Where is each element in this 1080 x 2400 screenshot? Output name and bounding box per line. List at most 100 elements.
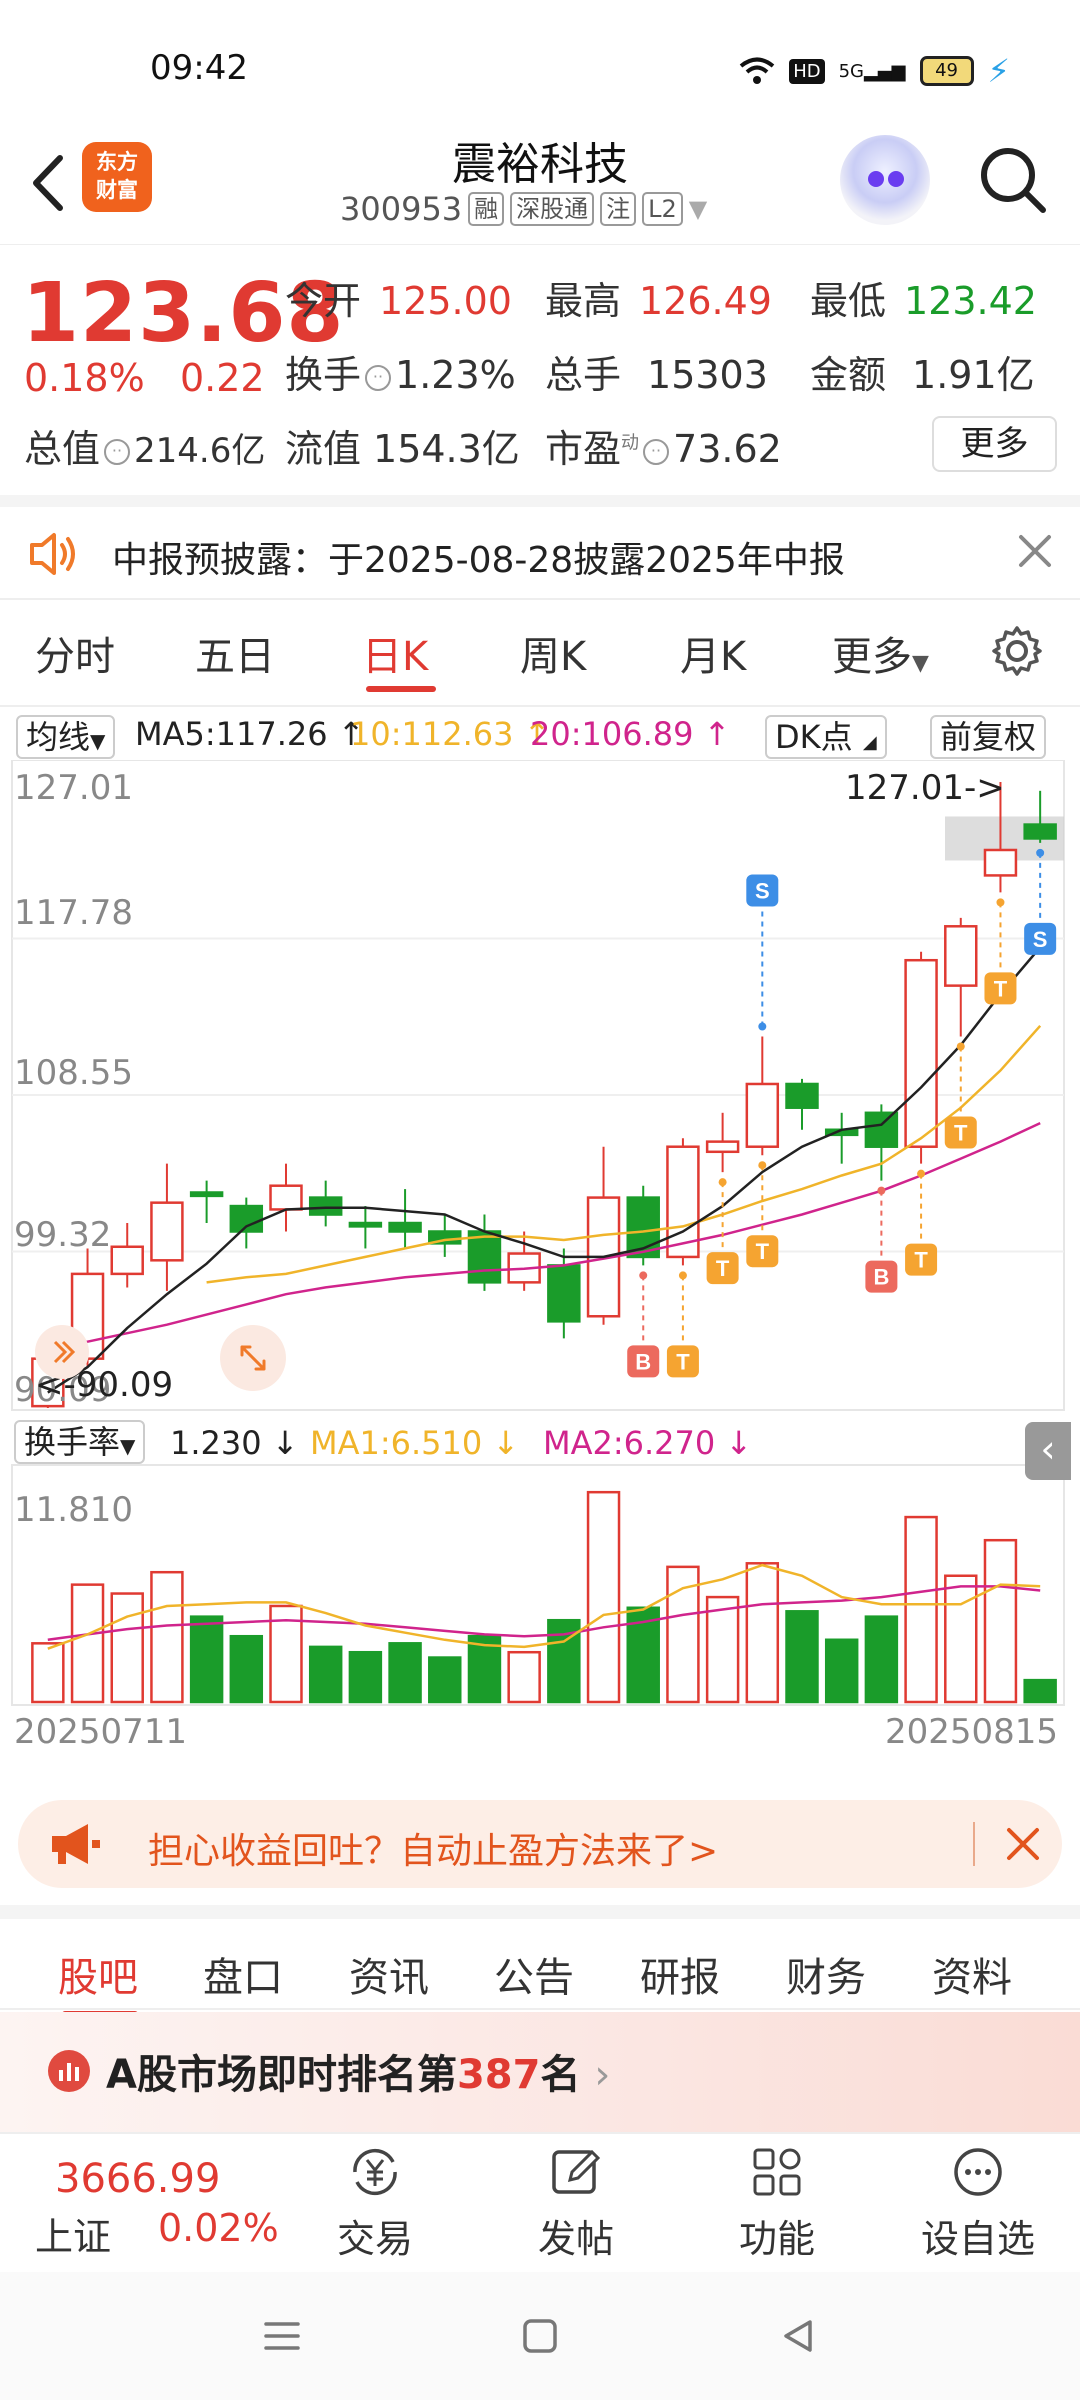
scroll-left-button[interactable] xyxy=(35,1325,89,1379)
rank-text: A股市场即时排名第387名 › xyxy=(106,2042,610,2100)
mktcap-value: 214.6亿 xyxy=(134,431,266,471)
amount-label: 金额 xyxy=(810,353,887,397)
promo-banner[interactable]: 担心收益回吐？自动止盈方法来了> xyxy=(18,1800,1062,1888)
tag-margin: 融 xyxy=(468,192,505,226)
tab-monthly-k[interactable]: 月K xyxy=(680,624,746,682)
turnover-indicator-select[interactable]: 换手率▼ xyxy=(14,1420,146,1464)
add-watchlist-button[interactable]: 设自选 xyxy=(918,2144,1038,2263)
index-value[interactable]: 3666.99 xyxy=(55,2156,220,2202)
expand-icon xyxy=(240,1345,266,1371)
post-button[interactable]: 发帖 xyxy=(516,2144,636,2263)
pe-value: 73.62 xyxy=(673,427,782,471)
hd-icon: HD xyxy=(789,58,825,84)
status-icons: HD 5G▂▄▆ 49 ⚡ xyxy=(739,52,1010,90)
signal-label: T xyxy=(914,1248,928,1273)
notice-bar[interactable]: 中报预披露：于2025-08-28披露2025年中报 xyxy=(0,495,1080,600)
market-rank-banner[interactable]: A股市场即时排名第387名 › xyxy=(0,2012,1080,2132)
trade-button[interactable]: 交易 xyxy=(315,2144,435,2263)
trade-icon xyxy=(353,2148,397,2196)
tab-five-day[interactable]: 五日 xyxy=(195,624,275,682)
signal-label: T xyxy=(756,1239,770,1264)
turnover-bar xyxy=(507,1650,541,1704)
home-icon[interactable] xyxy=(518,2314,562,2358)
stock-subtitle[interactable]: 300953 融 深股通 注 L2 ▼ xyxy=(340,190,707,228)
turnover-bar xyxy=(189,1615,224,1704)
tab-order-book[interactable]: 盘口 xyxy=(203,1945,283,2003)
menu-icon[interactable] xyxy=(260,2314,304,2358)
indicator-select-label: 均线 xyxy=(26,718,91,756)
back-nav-icon[interactable] xyxy=(776,2314,820,2358)
kline-chart[interactable]: BTTTSBTTTS 127.01 117.78 108.55 99.32 90… xyxy=(0,760,1080,1760)
tab-profile[interactable]: 资料 xyxy=(932,1945,1012,2003)
tab-announcements[interactable]: 公告 xyxy=(494,1945,574,2003)
float-label: 流值 xyxy=(285,427,362,471)
rank-chart-icon xyxy=(48,2050,90,2092)
turnover-bar xyxy=(785,1610,819,1704)
amount-value: 1.91亿 xyxy=(912,353,1035,397)
signal-dot xyxy=(758,1022,767,1031)
close-icon[interactable] xyxy=(1015,531,1055,571)
tab-intraday[interactable]: 分时 xyxy=(35,624,115,682)
collapse-panel-button[interactable]: ‹ xyxy=(1025,1422,1071,1480)
turnover-y-max: 11.810 xyxy=(14,1490,133,1530)
indicator-select[interactable]: 均线▼ xyxy=(16,715,116,759)
ma10-value: 10:112.63 ↑ xyxy=(350,715,551,753)
low-label: 最低 xyxy=(810,279,887,323)
status-bar: 09:42 HD 5G▂▄▆ 49 ⚡ xyxy=(0,0,1080,120)
tab-daily-k[interactable]: 日K xyxy=(362,624,428,682)
turnover-bar xyxy=(705,1595,740,1704)
post-label: 发帖 xyxy=(537,2217,614,2261)
tab-forum[interactable]: 股吧 xyxy=(58,1945,138,2003)
signal-label: B xyxy=(873,1265,889,1290)
tab-financials[interactable]: 财务 xyxy=(786,1945,866,2003)
gear-icon[interactable] xyxy=(990,624,1044,678)
candle-body xyxy=(388,1221,422,1233)
index-percent[interactable]: 0.02% xyxy=(158,2206,279,2250)
dropdown-icon: ▼ xyxy=(688,195,708,223)
tab-news[interactable]: 资讯 xyxy=(349,1945,429,2003)
max-price-label: 127.01-> xyxy=(845,768,1005,808)
tab-more[interactable]: 更多▼ xyxy=(832,624,929,682)
tab-research[interactable]: 研报 xyxy=(640,1945,720,2003)
pe-stat[interactable]: 市盈动 ·· 73.62 xyxy=(545,418,782,473)
corner-icon: ◢ xyxy=(862,732,877,753)
fullscreen-button[interactable] xyxy=(220,1325,286,1391)
chevron-down-icon: ▼ xyxy=(912,651,929,676)
search-icon[interactable] xyxy=(975,142,1050,217)
turnover-bar xyxy=(1023,1678,1057,1704)
candle-body xyxy=(189,1191,224,1198)
y-tick-3: 108.55 xyxy=(14,1053,133,1093)
turnover-stat[interactable]: 换手 ·· 1.23% xyxy=(285,344,516,399)
turnover-bar xyxy=(824,1638,859,1704)
dk-point-select[interactable]: DK点 ◢ xyxy=(765,715,887,759)
quote-panel: 123.68 0.18% 0.22 今开 125.00 最高 126.49 最低 12… xyxy=(0,248,1080,493)
candle-body xyxy=(348,1221,383,1228)
turnover-label: 换手 xyxy=(285,353,362,397)
volume-value: 15303 xyxy=(647,353,768,397)
functions-button[interactable]: 功能 xyxy=(717,2144,837,2263)
mktcap-stat[interactable]: 总值 ·· 214.6亿 xyxy=(24,418,265,473)
dk-point-label: DK点 xyxy=(775,718,853,756)
kline-svg[interactable]: B TTTSBTTTS xyxy=(0,760,1080,1760)
signal-label: S xyxy=(755,879,770,904)
stock-header: 东方 财富 震裕科技 300953 融 深股通 注 L2 ▼ xyxy=(0,120,1080,245)
adjust-select[interactable]: 前复权 xyxy=(930,715,1047,759)
index-name[interactable]: 上证 xyxy=(35,2206,111,2261)
tab-weekly-k[interactable]: 周K xyxy=(520,624,586,682)
close-icon[interactable] xyxy=(1003,1824,1043,1864)
speaker-icon xyxy=(30,533,75,575)
info-icon[interactable]: ·· xyxy=(104,438,131,465)
turnover-bar xyxy=(586,1490,621,1704)
info-icon[interactable]: ·· xyxy=(643,438,670,465)
candle-body xyxy=(864,1111,899,1148)
promo-divider xyxy=(973,1822,975,1866)
more-stats-button[interactable]: 更多 xyxy=(932,416,1057,472)
tag-level2: L2 xyxy=(642,192,683,226)
change-percent: 0.18% xyxy=(24,356,145,400)
mktcap-label: 总值 xyxy=(24,427,101,471)
candle-body xyxy=(269,1184,303,1211)
candle-body xyxy=(944,925,978,987)
low-stat: 最低 123.42 xyxy=(810,270,1037,325)
assistant-robot-icon[interactable] xyxy=(840,135,930,225)
info-icon[interactable]: ·· xyxy=(365,364,392,391)
